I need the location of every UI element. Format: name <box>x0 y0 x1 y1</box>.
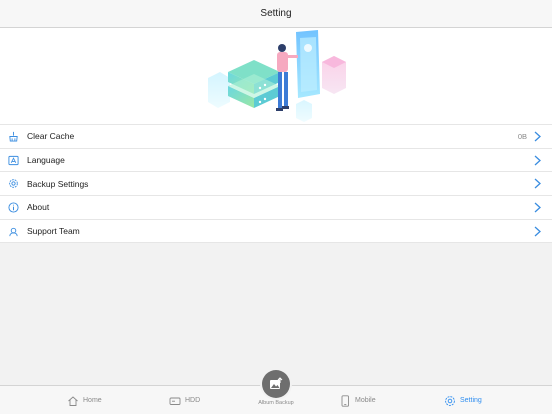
row-label: Backup Settings <box>27 178 89 189</box>
photo-upload-icon <box>270 377 283 389</box>
gear-icon <box>9 179 18 189</box>
language-icon <box>8 155 19 165</box>
navigation-bar: Setting <box>0 0 552 28</box>
home-icon <box>68 395 78 406</box>
broom-icon <box>9 131 18 142</box>
row-label: Language <box>27 155 65 166</box>
about-row[interactable]: About <box>0 196 552 220</box>
chevron-right-icon <box>534 155 541 166</box>
hdd-icon <box>169 397 181 405</box>
row-label: About <box>27 202 50 213</box>
headset-icon <box>9 227 18 236</box>
album-backup-button[interactable] <box>262 370 290 398</box>
cache-size-value: 0B <box>517 131 527 141</box>
tab-label: HDD <box>185 397 201 404</box>
settings-list: Clear Cache 0B Language Backup Settings … <box>0 124 552 244</box>
gear-icon <box>445 395 455 406</box>
server-illustration <box>208 30 346 122</box>
chevron-right-icon <box>534 226 541 237</box>
page-title: Setting <box>260 8 292 19</box>
clear-cache-row[interactable]: Clear Cache 0B <box>0 125 552 149</box>
chevron-right-icon <box>534 202 541 213</box>
hero-banner <box>0 28 552 124</box>
row-label: Clear Cache <box>27 131 75 142</box>
tab-label: Home <box>83 397 102 404</box>
backup-settings-row[interactable]: Backup Settings <box>0 172 552 197</box>
mobile-icon <box>341 394 349 407</box>
chevron-right-icon <box>534 178 541 189</box>
tab-setting[interactable]: Setting <box>444 386 482 414</box>
tab-label: Setting <box>460 397 482 404</box>
row-label: Support Team <box>27 226 80 237</box>
tab-hdd[interactable]: HDD <box>169 386 200 414</box>
tab-label: Mobile <box>355 397 376 404</box>
album-backup-label: Album Backup <box>258 400 294 406</box>
chevron-right-icon <box>534 131 541 142</box>
info-icon <box>8 202 19 213</box>
tab-home[interactable]: Home <box>67 386 102 414</box>
support-team-row[interactable]: Support Team <box>0 220 552 244</box>
tab-mobile[interactable]: Mobile <box>339 386 376 414</box>
language-row[interactable]: Language <box>0 149 552 173</box>
